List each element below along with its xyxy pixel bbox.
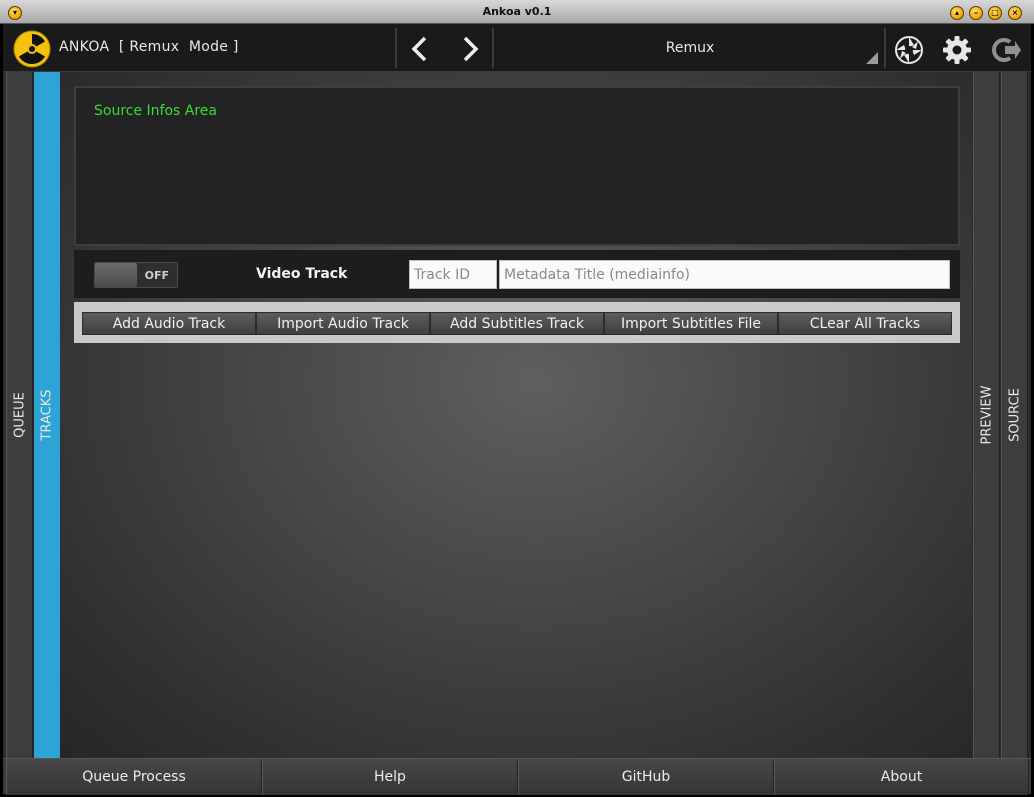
mode-select[interactable]: Remux	[498, 28, 882, 68]
forward-button[interactable]	[455, 34, 485, 64]
tab-queue-label: QUEUE	[12, 392, 27, 438]
track-id-input[interactable]	[409, 260, 497, 289]
import-audio-track-button[interactable]: Import Audio Track	[256, 312, 430, 335]
toolbar-divider	[492, 28, 494, 68]
video-track-toggle[interactable]: OFF	[94, 262, 178, 288]
toggle-knob	[95, 263, 137, 287]
exit-button[interactable]	[989, 34, 1021, 66]
add-subtitles-track-button[interactable]: Add Subtitles Track	[430, 312, 604, 335]
shutter-button[interactable]	[893, 34, 925, 66]
chevron-up-icon: ▴	[954, 8, 959, 17]
window-maximize-button[interactable]: □	[988, 6, 1002, 20]
github-button[interactable]: GitHub	[518, 759, 774, 795]
clear-all-tracks-button[interactable]: CLear All Tracks	[778, 312, 952, 335]
toggle-state-label: OFF	[144, 269, 169, 282]
gear-icon	[943, 36, 971, 64]
minimize-icon: –	[974, 8, 978, 17]
window-title: Ankoa v0.1	[482, 5, 552, 18]
source-info-label: Source Infos Area	[94, 103, 217, 119]
logout-icon	[992, 38, 1021, 62]
tab-tracks-label: TRACKS	[39, 389, 55, 441]
dropdown-corner-icon	[866, 52, 878, 64]
mode-select-value: Remux	[665, 40, 715, 56]
app-title: ANKOA [ Remux Mode ]	[59, 39, 239, 55]
source-info-area: Source Infos Area	[74, 86, 960, 246]
tab-source[interactable]: SOURCE	[1001, 72, 1028, 758]
tab-preview-label: PREVIEW	[979, 385, 994, 445]
metadata-title-input[interactable]	[499, 260, 950, 289]
about-button[interactable]: About	[774, 759, 1029, 795]
add-audio-track-button[interactable]: Add Audio Track	[82, 312, 256, 335]
import-subtitles-file-button[interactable]: Import Subtitles File	[604, 312, 778, 335]
close-icon: ×	[1011, 8, 1019, 17]
toolbar-divider	[395, 28, 397, 68]
radiation-logo-icon	[13, 30, 51, 68]
chevron-right-icon	[463, 36, 479, 62]
window-close-button[interactable]: ×	[1008, 6, 1022, 20]
video-track-label: Video Track	[256, 266, 348, 282]
settings-button[interactable]	[941, 34, 973, 66]
bottom-bar: Queue Process Help GitHub About	[3, 758, 1031, 795]
aperture-icon	[895, 36, 923, 64]
window-minimize-button[interactable]: –	[969, 6, 983, 20]
tab-queue[interactable]: QUEUE	[6, 72, 33, 758]
tab-tracks[interactable]: TRACKS	[34, 72, 60, 758]
chevron-left-icon	[411, 36, 427, 62]
video-track-row: OFF Video Track	[74, 250, 960, 298]
help-button[interactable]: Help	[262, 759, 518, 795]
top-toolbar: ANKOA [ Remux Mode ] Remux	[3, 24, 1031, 72]
back-button[interactable]	[405, 34, 435, 64]
window-shade-button[interactable]: ▴	[950, 6, 964, 20]
tab-source-label: SOURCE	[1007, 388, 1022, 442]
toolbar-divider	[884, 28, 886, 68]
tab-preview[interactable]: PREVIEW	[973, 72, 1000, 758]
queue-process-button[interactable]: Queue Process	[6, 759, 262, 795]
track-actions-bar: Add Audio Track Import Audio Track Add S…	[74, 302, 960, 343]
window-titlebar: ▾ Ankoa v0.1 ▴ – □ ×	[0, 0, 1034, 24]
maximize-icon: □	[991, 8, 999, 17]
